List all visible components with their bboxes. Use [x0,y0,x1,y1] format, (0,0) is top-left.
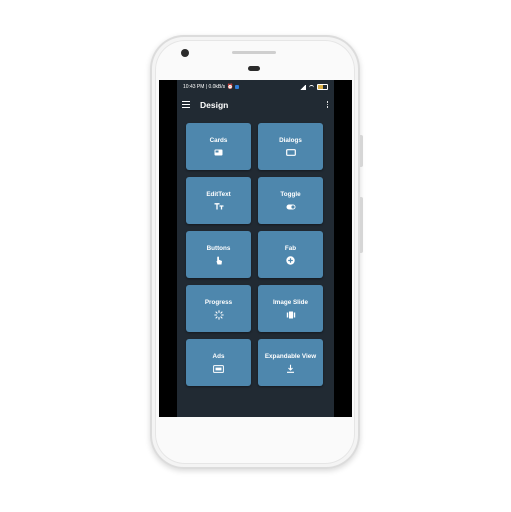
hamburger-menu-icon[interactable] [182,101,190,108]
tile-label: Buttons [206,244,231,252]
app-toolbar: Design [177,94,334,115]
download-expand-icon [286,364,295,373]
add-circle-icon [286,256,295,265]
app-window: 10:43 PM | 0.0kB/s ⏰ Design Cards Dialog… [177,80,334,417]
wifi-icon [309,84,314,90]
signal-icon [300,84,306,90]
tile-progress[interactable]: Progress [186,285,251,332]
more-vert-icon[interactable] [326,100,329,109]
tile-label: Expandable View [264,352,317,360]
tile-label: Toggle [280,190,301,198]
tile-label: Cards [209,136,228,144]
alarm-icon: ⏰ [227,84,234,90]
page-title: Design [200,99,229,110]
tile-dialogs[interactable]: Dialogs [258,123,323,170]
status-left: 10:43 PM | 0.0kB/s ⏰ [183,84,240,90]
tile-toggle[interactable]: Toggle [258,177,323,224]
tile-buttons[interactable]: Buttons [186,231,251,278]
tile-ads[interactable]: Ads [186,339,251,386]
touch-hand-icon [215,256,223,265]
tile-fab[interactable]: Fab [258,231,323,278]
ad-icon [213,364,224,373]
tile-label: Fab [284,244,297,252]
tile-label: Image Slide [273,298,308,306]
tile-label: Ads [212,352,225,360]
proximity-sensor [248,66,260,71]
status-right [300,84,328,90]
phone-screen: 10:43 PM | 0.0kB/s ⏰ Design Cards Dialog… [159,80,352,417]
battery-icon [317,84,328,90]
card-icon [214,149,223,157]
dialog-window-icon [285,149,296,157]
carousel-icon [286,311,296,319]
tile-label: Dialogs [279,136,302,144]
volume-button [360,197,363,253]
tile-edittext[interactable]: EditText [186,177,251,224]
status-time-speed: 10:43 PM | 0.0kB/s [183,84,226,90]
earpiece-speaker [232,51,276,54]
tile-image-slide[interactable]: Image Slide [258,285,323,332]
toggle-switch-icon [286,203,296,211]
tile-cards[interactable]: Cards [186,123,251,170]
front-camera [181,49,189,57]
tile-expandable-view[interactable]: Expandable View [258,339,323,386]
text-format-icon [214,203,224,211]
power-button [360,135,363,167]
tile-label: EditText [206,190,231,198]
status-bar: 10:43 PM | 0.0kB/s ⏰ [177,80,334,94]
loading-spinner-icon [213,309,224,320]
notification-icon [235,85,240,89]
tile-label: Progress [204,298,233,306]
